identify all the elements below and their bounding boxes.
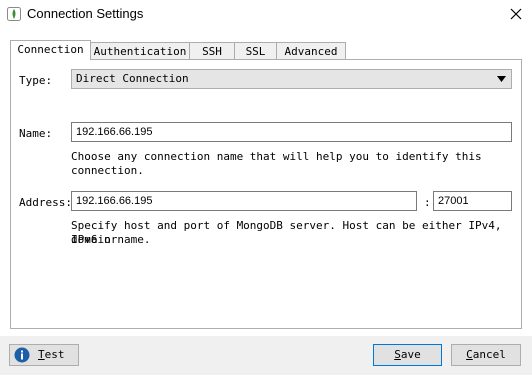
- cancel-button[interactable]: Cancel: [451, 344, 521, 366]
- address-hint-line2: domain name.: [71, 233, 151, 246]
- type-label: Type:: [19, 74, 53, 87]
- connection-name-input[interactable]: [71, 122, 512, 142]
- connection-panel: Type: Direct Connection Name: Choose any…: [10, 59, 522, 329]
- title-bar: Connection Settings: [0, 0, 532, 30]
- tab-authentication[interactable]: Authentication: [90, 42, 190, 59]
- connection-type-value: Direct Connection: [76, 72, 189, 85]
- close-icon[interactable]: [506, 4, 526, 24]
- tab-advanced[interactable]: Advanced: [276, 42, 346, 59]
- host-input[interactable]: [71, 191, 417, 211]
- name-label: Name:: [19, 127, 53, 140]
- save-button[interactable]: Save: [373, 344, 442, 366]
- connection-type-select[interactable]: Direct Connection: [71, 69, 512, 89]
- port-input[interactable]: [433, 191, 512, 211]
- test-button[interactable]: Test: [9, 344, 79, 366]
- cancel-button-label: Cancel: [466, 348, 506, 361]
- window-title: Connection Settings: [27, 6, 144, 21]
- address-label: Address:: [19, 196, 72, 209]
- port-separator: :: [424, 196, 431, 209]
- name-hint: Choose any connection name that will hel…: [71, 150, 482, 177]
- save-button-label: Save: [394, 348, 421, 361]
- tab-ssh[interactable]: SSH: [189, 42, 235, 59]
- chevron-down-icon: [497, 76, 506, 82]
- tab-connection[interactable]: Connection: [10, 40, 91, 60]
- info-icon: [14, 347, 30, 363]
- test-button-label: Test: [38, 348, 65, 361]
- tab-ssl[interactable]: SSL: [234, 42, 277, 59]
- button-bar: Test Save Cancel: [0, 336, 532, 375]
- mongodb-leaf-icon: [7, 7, 21, 21]
